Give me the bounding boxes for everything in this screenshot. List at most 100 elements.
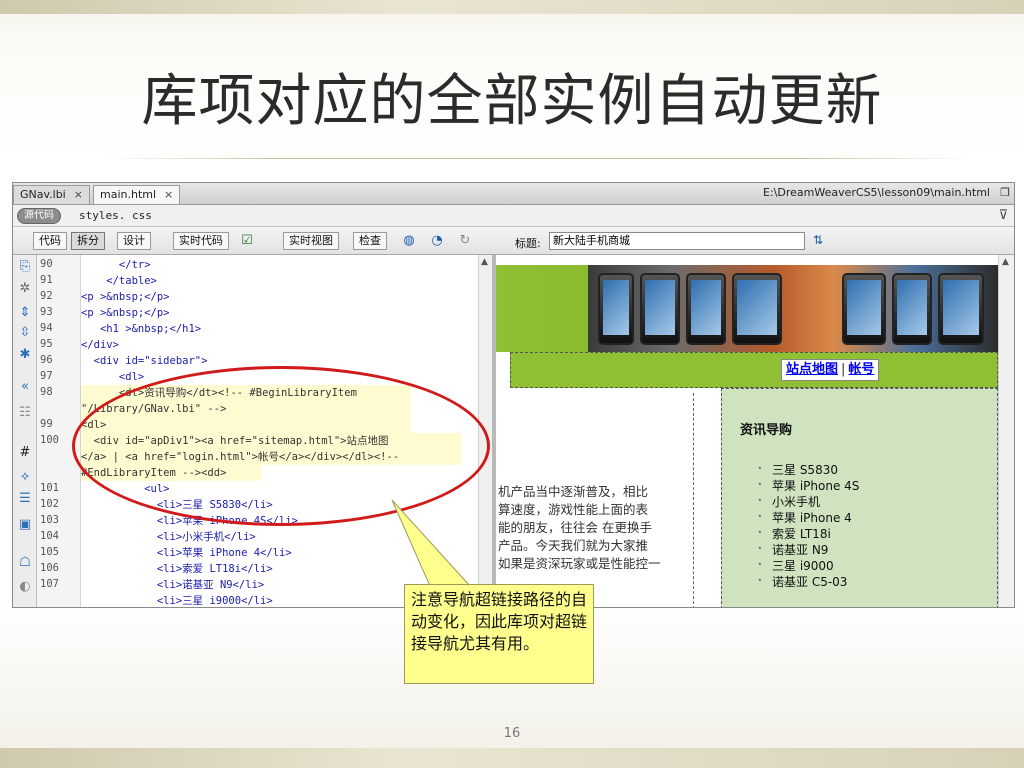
code-view-button[interactable]: 代码 (33, 232, 67, 250)
close-icon[interactable]: × (164, 188, 173, 201)
select-parent-tag-icon[interactable]: ✱ (17, 347, 33, 363)
line-number: 104 (40, 530, 59, 542)
refresh-icon[interactable]: ↻ (457, 233, 473, 249)
tab-label: GNav.lbi (20, 188, 66, 201)
design-view-button[interactable]: 设计 (117, 232, 151, 250)
design-scrollbar[interactable]: ▲ (998, 255, 1014, 607)
list-item: 小米手机 (758, 493, 820, 510)
tab-label: main.html (100, 188, 157, 201)
expand-all-icon[interactable]: ⇳ (17, 325, 33, 341)
line-number: 106 (40, 562, 59, 574)
globe-icon[interactable]: ◍ (401, 233, 417, 249)
line-number: 92 (40, 290, 53, 302)
line-number: 100 (40, 434, 59, 446)
paragraph-line: 能的朋友，往往会 在更换手 (498, 520, 652, 535)
source-code-button[interactable]: 源代码 (17, 208, 61, 224)
phone-image (686, 273, 726, 345)
line-number: 103 (40, 514, 59, 526)
paragraph-line: 机产品当中逐渐普及，相比 (498, 484, 649, 499)
settings-icon[interactable]: ✲ (17, 281, 33, 297)
nav-bar: 站点地图 | 帐号 (510, 352, 998, 388)
file-management-icon[interactable]: ⇅ (813, 233, 823, 247)
sidebar: 资讯导购 三星 S5830 苹果 iPhone 4S 小米手机 苹果 iPhon… (721, 388, 998, 607)
code-line[interactable]: <p >&nbsp;</p> (81, 305, 170, 321)
account-link[interactable]: 帐号 (848, 362, 874, 377)
live-code-button[interactable]: 实时代码 (173, 232, 229, 250)
line-number: 91 (40, 274, 53, 286)
line-number: 96 (40, 354, 53, 366)
code-line[interactable]: </table> (81, 273, 157, 289)
phone-image (598, 273, 634, 345)
phone-image (640, 273, 680, 345)
file-path: E:\DreamWeaverCS5\lesson09\main.html (763, 186, 990, 199)
remove-comment-icon[interactable]: ☰ (17, 491, 33, 507)
line-numbers-icon[interactable]: ☷ (17, 405, 33, 421)
move-css-icon[interactable]: ◐ (17, 579, 33, 595)
line-number: 105 (40, 546, 59, 558)
phone-image (842, 273, 886, 345)
styles-css-link[interactable]: styles. css (79, 209, 152, 222)
design-view: 站点地图 | 帐号 机产品当中逐渐普及，相比 算速度，游戏性能上面的表 能的朋友，往… (496, 255, 998, 607)
title-divider (100, 158, 975, 159)
code-line[interactable]: <div id="sidebar"> (81, 353, 208, 369)
line-number: 99 (40, 418, 53, 430)
phones-banner-image (588, 265, 998, 352)
code-line[interactable]: <li>小米手机</li> (81, 529, 256, 545)
wrap-tag-icon[interactable]: ▣ (17, 517, 33, 533)
close-icon[interactable]: × (74, 188, 83, 201)
phone-image (892, 273, 932, 345)
paragraph-line: 如果是资深玩家或是性能控一 (498, 556, 661, 571)
split-view-button[interactable]: 拆分 (71, 232, 105, 250)
scroll-up-icon[interactable]: ▲ (481, 257, 488, 267)
document-tab-bar: GNav.lbi × main.html × E:\DreamWeaverCS5\l… (13, 183, 1014, 205)
list-item: 苹果 iPhone 4S (758, 477, 859, 494)
line-number: 101 (40, 482, 59, 494)
code-line[interactable]: <li>苹果 iPhone 4</li> (81, 545, 292, 561)
list-item: 诺基亚 N9 (758, 541, 829, 558)
paragraph-line: 算速度，游戏性能上面的表 (498, 502, 649, 517)
highlight-invalid-code-icon[interactable]: # (17, 445, 33, 461)
tab-main-html[interactable]: main.html × (93, 185, 181, 204)
code-line[interactable]: </div> (81, 337, 119, 353)
code-line[interactable]: <p >&nbsp;</p> (81, 289, 170, 305)
check-errors-icon[interactable]: ☑ (239, 233, 255, 249)
recent-snippets-icon[interactable]: ☖ (17, 555, 33, 571)
code-line[interactable]: <li>诺基亚 N9</li> (81, 577, 264, 593)
balance-braces-icon[interactable]: « (17, 379, 33, 395)
document-toolbar: 代码 拆分 设计 实时代码 ☑ 实时视图 检查 ◍ ◔ ↻ 标题: 新大陆手机商… (13, 227, 1014, 255)
code-line[interactable]: <li>三星 i9000</li> (81, 593, 273, 607)
restore-window-icon[interactable]: ❐ (1000, 186, 1010, 199)
slide-number: 16 (503, 726, 521, 741)
line-number: 107 (40, 578, 59, 590)
title-input[interactable]: 新大陆手机商城 (549, 232, 805, 250)
line-number: 95 (40, 338, 53, 350)
slide-title: 库项对应的全部实例自动更新 (141, 69, 883, 134)
code-line[interactable]: </tr> (81, 257, 151, 273)
phone-image (732, 273, 782, 345)
highlight-ellipse (72, 366, 490, 526)
line-number: 102 (40, 498, 59, 510)
sidebar-title: 资讯导购 (740, 423, 793, 438)
related-files-bar: 源代码 styles. css ⊽ (13, 205, 1014, 227)
inspect-button[interactable]: 检查 (353, 232, 387, 250)
tab-gnav-lbi[interactable]: GNav.lbi × (13, 185, 90, 204)
apply-comment-icon[interactable]: ⟡ (17, 469, 33, 485)
phone-image (938, 273, 984, 345)
code-line[interactable]: <h1 >&nbsp;</h1> (81, 321, 201, 337)
filter-icon[interactable]: ⊽ (998, 208, 1008, 223)
line-number: 98 (40, 386, 53, 398)
code-line[interactable]: <li>索爱 LT18i</li> (81, 561, 273, 577)
scroll-up-icon[interactable]: ▲ (1002, 257, 1009, 267)
preview-icon[interactable]: ◔ (429, 233, 445, 249)
title-label: 标题: (515, 237, 541, 250)
nav-links: 站点地图 | 帐号 (781, 359, 880, 381)
open-documents-icon[interactable]: ⎘ (17, 259, 33, 275)
callout-note: 注意导航超链接路径的自动变化，因此库项对超链接导航尤其有用。 (404, 584, 594, 684)
site-banner (496, 265, 998, 352)
live-view-button[interactable]: 实时视图 (283, 232, 339, 250)
sitemap-link[interactable]: 站点地图 (786, 362, 838, 377)
list-item: 诺基亚 C5-03 (758, 573, 848, 590)
code-line[interactable]: <dl> (81, 369, 144, 385)
line-number: 94 (40, 322, 53, 334)
collapse-tag-icon[interactable]: ⇕ (17, 305, 33, 321)
